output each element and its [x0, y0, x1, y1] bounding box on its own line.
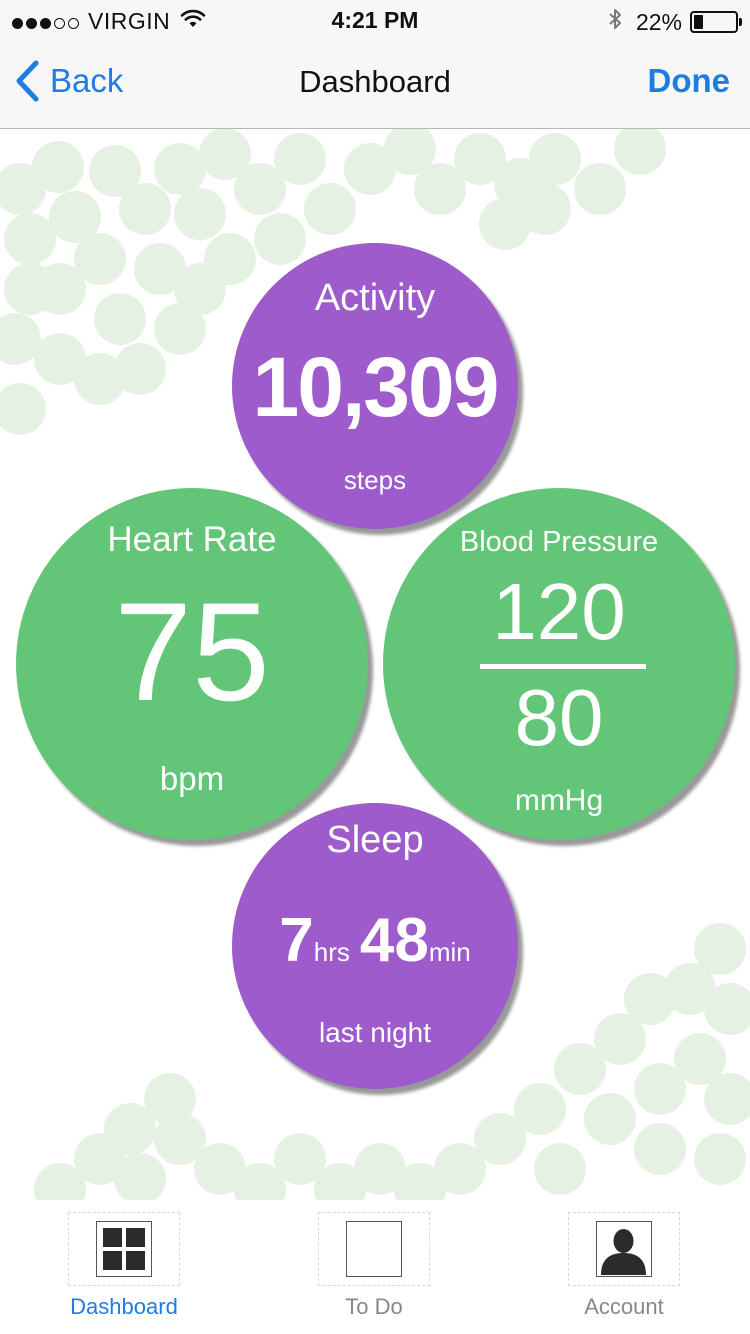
- sleep-minutes: 48: [359, 906, 429, 975]
- dashboard-content: Activity 10,309 steps Heart Rate 75 bpm …: [0, 129, 750, 1200]
- blood-pressure-card[interactable]: Blood Pressure 120 80 mmHg: [383, 488, 735, 840]
- sleep-duration: 7hrs 48min: [232, 905, 518, 976]
- activity-unit: steps: [343, 465, 407, 495]
- heart-rate-card[interactable]: Heart Rate 75 bpm: [16, 488, 368, 840]
- tab-todo[interactable]: To Do: [317, 1212, 431, 1320]
- activity-card[interactable]: Activity 10,309 steps: [232, 243, 518, 529]
- activity-title: Activity: [314, 277, 436, 319]
- heart-rate-value: 75: [114, 573, 270, 730]
- sleep-title: Sleep: [326, 819, 424, 861]
- battery-icon: [690, 11, 742, 33]
- heart-rate-unit: bpm: [159, 760, 225, 797]
- tab-bar: Dashboard To Do Account: [0, 1200, 750, 1334]
- sleep-hours: 7: [279, 906, 314, 975]
- battery-percent: 22%: [635, 8, 682, 35]
- dashboard-grid-icon: [96, 1221, 152, 1277]
- back-label: Back: [50, 62, 124, 99]
- tab-icon-frame: [318, 1212, 430, 1286]
- blood-pressure-unit: mmHg: [514, 784, 604, 817]
- sleep-card[interactable]: Sleep 7hrs 48min last night: [232, 803, 518, 1089]
- account-person-icon: [596, 1221, 652, 1277]
- tab-label: To Do: [345, 1294, 403, 1319]
- tab-account[interactable]: Account: [567, 1212, 681, 1320]
- sleep-minutes-unit: min: [428, 937, 471, 967]
- tab-icon-frame: [68, 1212, 180, 1286]
- fraction-divider: [480, 664, 646, 669]
- heart-rate-title: Heart Rate: [107, 520, 277, 559]
- done-button[interactable]: Done: [648, 62, 731, 100]
- status-bar: VIRGIN 4:21 PM 22%: [0, 0, 750, 40]
- back-button[interactable]: Back: [14, 60, 123, 102]
- chevron-left-icon: [16, 60, 39, 102]
- sleep-caption: last night: [318, 1017, 432, 1048]
- diastolic-value: 80: [514, 673, 604, 762]
- sleep-hours-unit: hrs: [313, 937, 350, 967]
- bluetooth-icon: [608, 7, 622, 37]
- tab-icon-frame: [568, 1212, 680, 1286]
- tab-dashboard[interactable]: Dashboard: [67, 1212, 181, 1320]
- battery-level: [694, 15, 703, 29]
- todo-box-icon: [346, 1221, 402, 1277]
- tab-label: Dashboard: [70, 1294, 178, 1319]
- status-right: 22%: [608, 7, 742, 37]
- systolic-value: 120: [492, 567, 626, 656]
- tab-label: Account: [584, 1294, 664, 1319]
- activity-value: 10,309: [252, 340, 500, 434]
- blood-pressure-title: Blood Pressure: [459, 526, 659, 558]
- navigation-bar: Back Dashboard Done: [0, 40, 750, 129]
